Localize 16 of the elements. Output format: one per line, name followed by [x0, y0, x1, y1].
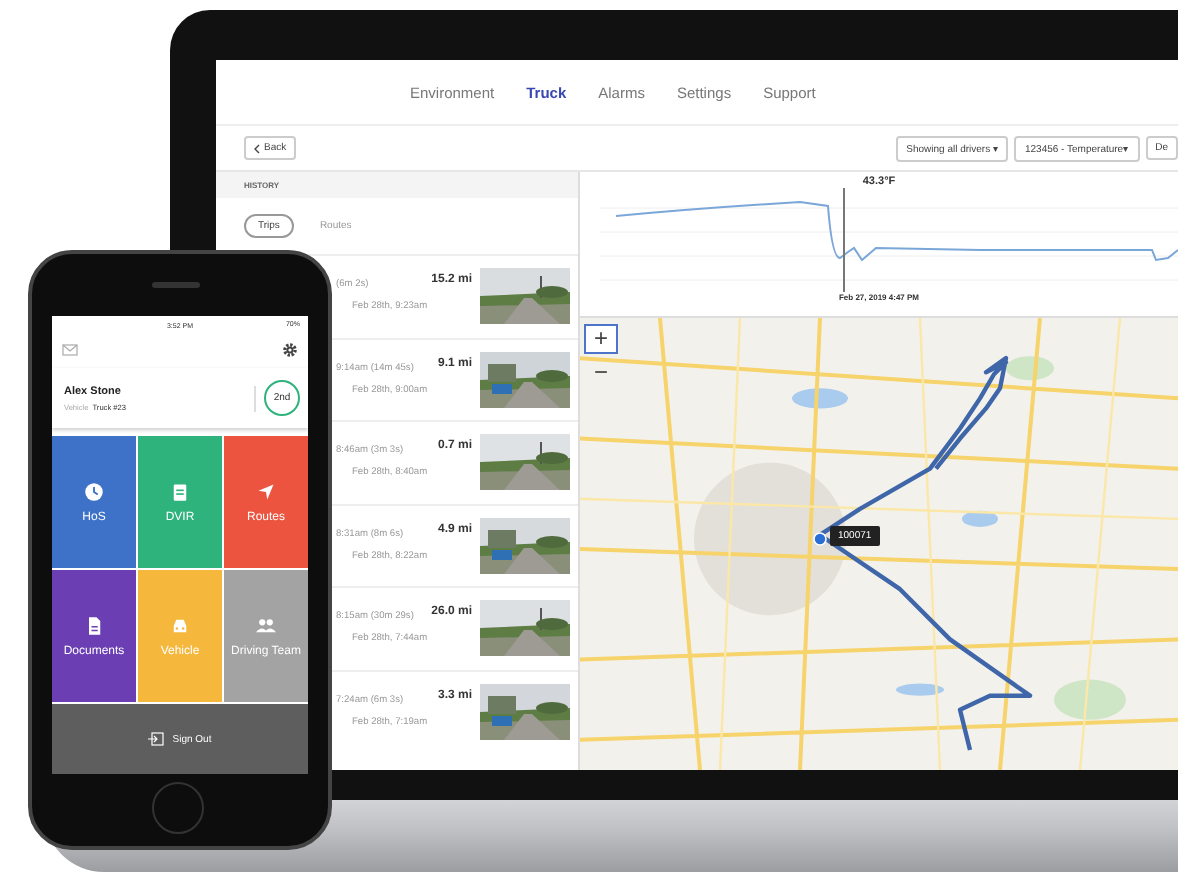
home-button[interactable] — [152, 782, 204, 834]
zoom-out-button[interactable]: − — [584, 358, 618, 388]
clock-icon — [84, 481, 104, 501]
sign-out-icon — [148, 732, 165, 746]
settings-icon[interactable] — [282, 342, 298, 358]
car-icon — [170, 615, 190, 635]
time-marker-line — [843, 188, 845, 292]
vehicle-marker — [813, 532, 827, 546]
mail-icon[interactable] — [62, 344, 78, 356]
zoom-in-button[interactable]: + — [584, 324, 618, 354]
clipboard-icon — [170, 481, 190, 501]
document-icon — [84, 615, 104, 635]
chevron-left-icon — [254, 143, 260, 153]
speaker-grille — [152, 282, 200, 288]
people-icon — [256, 615, 276, 635]
navigation-arrow-icon — [256, 481, 276, 501]
